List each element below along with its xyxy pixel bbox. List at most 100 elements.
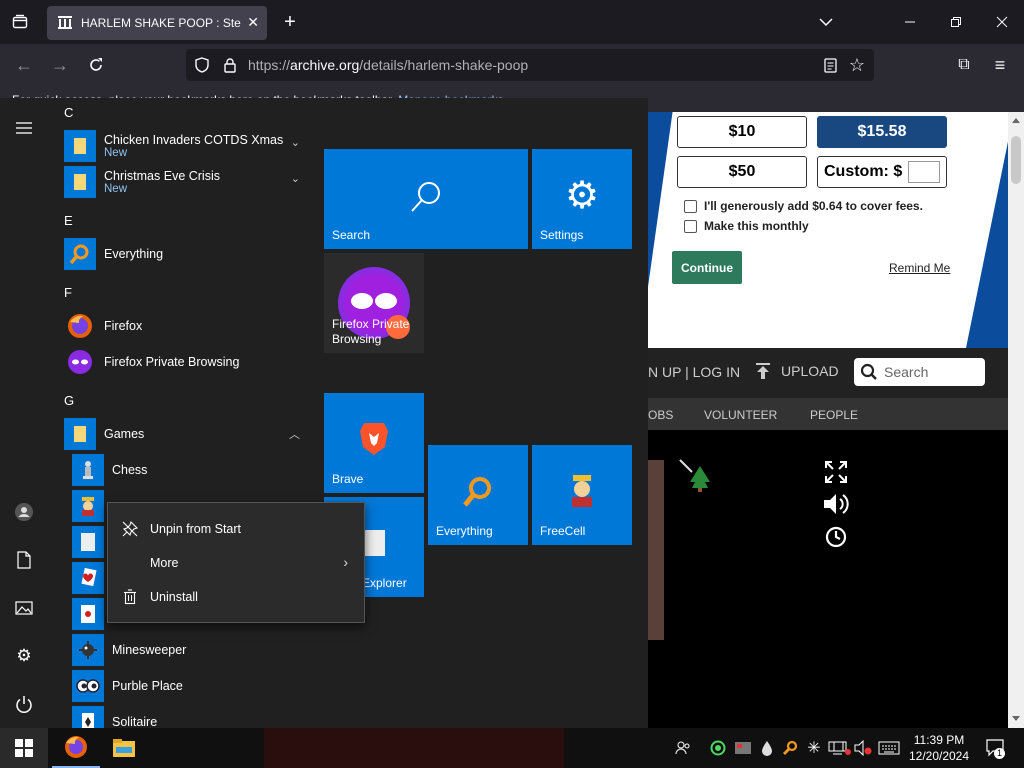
volume-icon[interactable] xyxy=(822,492,850,519)
custom-amount-field[interactable]: Custom: $ xyxy=(817,156,947,188)
fullscreen-icon[interactable] xyxy=(824,460,848,487)
clock-time: 11:39 PM xyxy=(913,733,965,747)
checkbox-box[interactable] xyxy=(684,219,697,233)
tile-settings[interactable]: ⚙ Settings xyxy=(532,149,632,249)
restore-icon[interactable] xyxy=(944,12,968,32)
scroll-up-icon[interactable] xyxy=(1012,118,1020,123)
app-name: Firefox xyxy=(104,319,143,333)
lock-icon[interactable] xyxy=(222,57,238,73)
mine-icon xyxy=(72,634,104,666)
tile-freecell[interactable]: FreeCell xyxy=(532,445,632,545)
reload-icon[interactable] xyxy=(86,55,106,75)
brave-lion-icon xyxy=(324,421,424,457)
tray-app-icon[interactable] xyxy=(732,728,754,768)
power-icon[interactable] xyxy=(0,680,48,728)
tile-firefox-private[interactable]: Firefox Private Browsing xyxy=(324,253,424,353)
action-center-button[interactable]: 1 xyxy=(980,728,1010,768)
network-icon[interactable] xyxy=(830,728,854,768)
windows-logo-icon xyxy=(15,739,33,757)
firefox-icon xyxy=(64,310,96,342)
amount-50-button[interactable]: $50 xyxy=(677,156,807,188)
list-item-chess[interactable]: Chess xyxy=(72,452,312,488)
tray-green-circle-icon[interactable] xyxy=(708,728,728,768)
minimize-icon[interactable] xyxy=(898,12,922,32)
tile-everything[interactable]: Everything xyxy=(428,445,528,545)
address-bar[interactable]: https://archive.org/details/harlem-shake… xyxy=(186,49,874,81)
list-item-minesweeper[interactable]: Minesweeper xyxy=(72,632,312,668)
uninstall-menu-item[interactable]: Uninstall xyxy=(108,580,364,614)
list-item-chicken-invaders[interactable]: Chicken Invaders COTDS Xmas New ⌄ xyxy=(64,128,314,164)
subnav-volunteer[interactable]: VOLUNTEER xyxy=(704,408,777,422)
section-letter-g[interactable]: G xyxy=(64,393,74,408)
chevron-down-icon[interactable]: ⌄ xyxy=(291,172,300,185)
hamburger-menu-icon[interactable] xyxy=(0,104,48,152)
signup-login-link[interactable]: N UP | LOG IN xyxy=(648,364,740,380)
list-item-firefox-private[interactable]: Firefox Private Browsing xyxy=(64,344,314,380)
subnav-jobs[interactable]: OBS xyxy=(648,408,673,422)
close-tab-icon[interactable]: ✕ xyxy=(247,14,259,31)
timer-icon[interactable] xyxy=(825,526,847,551)
shield-icon[interactable] xyxy=(194,57,210,73)
checkbox-box[interactable] xyxy=(684,199,697,213)
list-item-christmas-eve-crisis[interactable]: Christmas Eve Crisis New ⌄ xyxy=(64,164,314,200)
custom-amount-label: Custom: $ xyxy=(824,163,903,180)
extensions-icon[interactable]: ⧉ xyxy=(954,55,974,75)
tile-label: Settings xyxy=(540,228,584,243)
chevron-down-icon[interactable]: ⌄ xyxy=(291,136,300,149)
reader-view-icon[interactable] xyxy=(822,57,838,73)
documents-icon[interactable] xyxy=(0,536,48,584)
tray-snowflake-icon[interactable]: ✳ xyxy=(804,728,824,768)
chevron-up-icon[interactable]: ︿ xyxy=(289,426,300,442)
document-icon xyxy=(72,526,104,558)
upload-link[interactable]: UPLOAD xyxy=(754,362,839,380)
scroll-down-icon[interactable] xyxy=(1012,716,1020,721)
unpin-icon xyxy=(122,521,138,537)
pictures-icon[interactable] xyxy=(0,584,48,632)
start-button[interactable] xyxy=(0,728,48,768)
close-window-icon[interactable] xyxy=(990,12,1014,32)
custom-amount-input[interactable] xyxy=(908,161,941,183)
tray-drop-icon[interactable] xyxy=(758,728,776,768)
monthly-checkbox[interactable]: Make this monthly xyxy=(684,219,809,233)
browser-tab[interactable]: HARLEM SHAKE POOP : Steezy ✕ xyxy=(47,6,267,40)
taskbar-clock[interactable]: 11:39 PM 12/20/2024 xyxy=(906,732,972,764)
amount-10-button[interactable]: $10 xyxy=(677,116,807,148)
user-account-icon[interactable] xyxy=(0,488,48,536)
section-letter-f[interactable]: F xyxy=(64,285,72,300)
subnav-people[interactable]: PEOPLE xyxy=(810,408,858,422)
site-search-input[interactable]: Search xyxy=(854,358,985,386)
upload-label: UPLOAD xyxy=(781,363,839,379)
remind-me-link[interactable]: Remind Me xyxy=(889,261,950,275)
menu-icon[interactable]: ≡ xyxy=(990,55,1010,75)
video-player[interactable] xyxy=(648,430,1008,728)
unpin-from-start-menu-item[interactable]: Unpin from Start xyxy=(108,512,364,546)
tile-search[interactable]: Search xyxy=(324,149,528,249)
page-scrollbar[interactable] xyxy=(1008,112,1024,728)
chevron-down-icon[interactable] xyxy=(816,12,836,32)
settings-gear-icon[interactable]: ⚙ xyxy=(0,632,48,680)
list-all-tabs-icon[interactable] xyxy=(10,12,30,32)
forward-icon[interactable]: → xyxy=(50,55,70,75)
list-item-solitaire[interactable]: Solitaire xyxy=(72,704,312,728)
volume-muted-icon[interactable] xyxy=(852,728,874,768)
tray-everything-icon[interactable] xyxy=(780,728,800,768)
keyboard-icon[interactable] xyxy=(876,728,902,768)
amount-15-58-button[interactable]: $15.58 xyxy=(817,116,947,148)
taskbar-file-explorer-button[interactable] xyxy=(100,728,148,768)
bookmark-star-icon[interactable]: ☆ xyxy=(848,55,866,75)
list-item-purble-place[interactable]: Purble Place xyxy=(72,668,312,704)
section-letter-c[interactable]: C xyxy=(64,105,73,120)
new-tab-icon[interactable]: + xyxy=(280,11,300,33)
list-item-firefox[interactable]: Firefox xyxy=(64,308,314,344)
more-menu-item[interactable]: More › xyxy=(108,546,364,580)
scrollbar-thumb[interactable] xyxy=(1011,136,1021,184)
taskbar-firefox-button[interactable] xyxy=(52,728,100,768)
list-item-everything[interactable]: Everything xyxy=(64,236,314,272)
list-item-games[interactable]: Games ︿ xyxy=(64,416,314,452)
back-icon[interactable]: ← xyxy=(14,55,34,75)
tile-brave[interactable]: Brave xyxy=(324,393,424,493)
section-letter-e[interactable]: E xyxy=(64,213,73,228)
continue-button[interactable]: Continue xyxy=(672,251,742,284)
people-icon[interactable] xyxy=(672,728,694,768)
cover-fees-checkbox[interactable]: I'll generously add $0.64 to cover fees. xyxy=(684,199,923,213)
